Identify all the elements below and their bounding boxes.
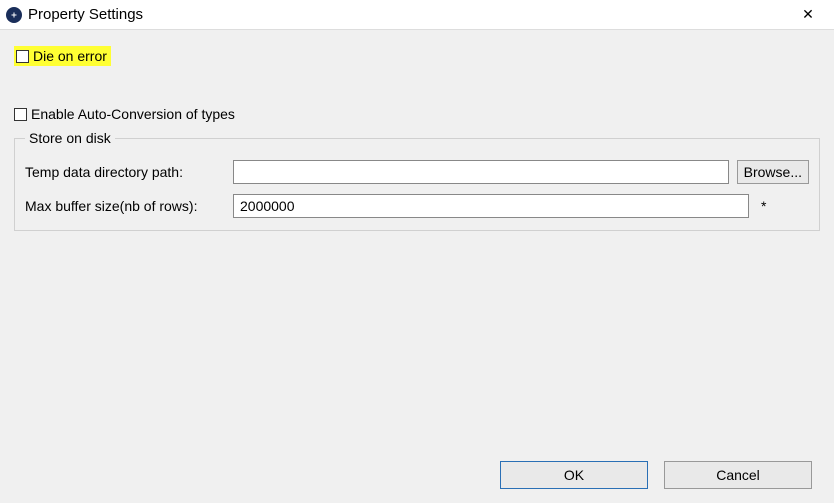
ok-button[interactable]: OK — [500, 461, 648, 489]
temp-path-row: Temp data directory path: Browse... — [25, 160, 809, 184]
cancel-button[interactable]: Cancel — [664, 461, 812, 489]
max-buffer-label: Max buffer size(nb of rows): — [25, 198, 225, 214]
die-on-error-row: Die on error — [14, 46, 820, 66]
max-buffer-row: Max buffer size(nb of rows): * — [25, 194, 809, 218]
titlebar: Property Settings ✕ — [0, 0, 834, 30]
temp-path-label: Temp data directory path: — [25, 164, 225, 180]
close-icon: ✕ — [802, 6, 814, 23]
required-mark: * — [757, 198, 809, 214]
die-on-error-checkbox[interactable] — [16, 50, 29, 63]
max-buffer-input[interactable] — [233, 194, 749, 218]
die-on-error-label: Die on error — [33, 48, 107, 64]
enable-auto-conversion-row: Enable Auto-Conversion of types — [14, 106, 820, 122]
enable-auto-conversion-label: Enable Auto-Conversion of types — [31, 106, 235, 122]
die-on-error-highlight: Die on error — [14, 46, 111, 66]
temp-path-input[interactable] — [233, 160, 729, 184]
browse-button[interactable]: Browse... — [737, 160, 809, 184]
window-title: Property Settings — [28, 6, 143, 23]
dialog-content: Die on error Enable Auto-Conversion of t… — [0, 30, 834, 231]
app-icon — [6, 7, 22, 23]
store-on-disk-legend: Store on disk — [25, 130, 115, 146]
store-on-disk-group: Store on disk Temp data directory path: … — [14, 130, 820, 231]
enable-auto-conversion-checkbox[interactable] — [14, 108, 27, 121]
dialog-button-bar: OK Cancel — [500, 461, 812, 489]
close-button[interactable]: ✕ — [788, 1, 828, 29]
